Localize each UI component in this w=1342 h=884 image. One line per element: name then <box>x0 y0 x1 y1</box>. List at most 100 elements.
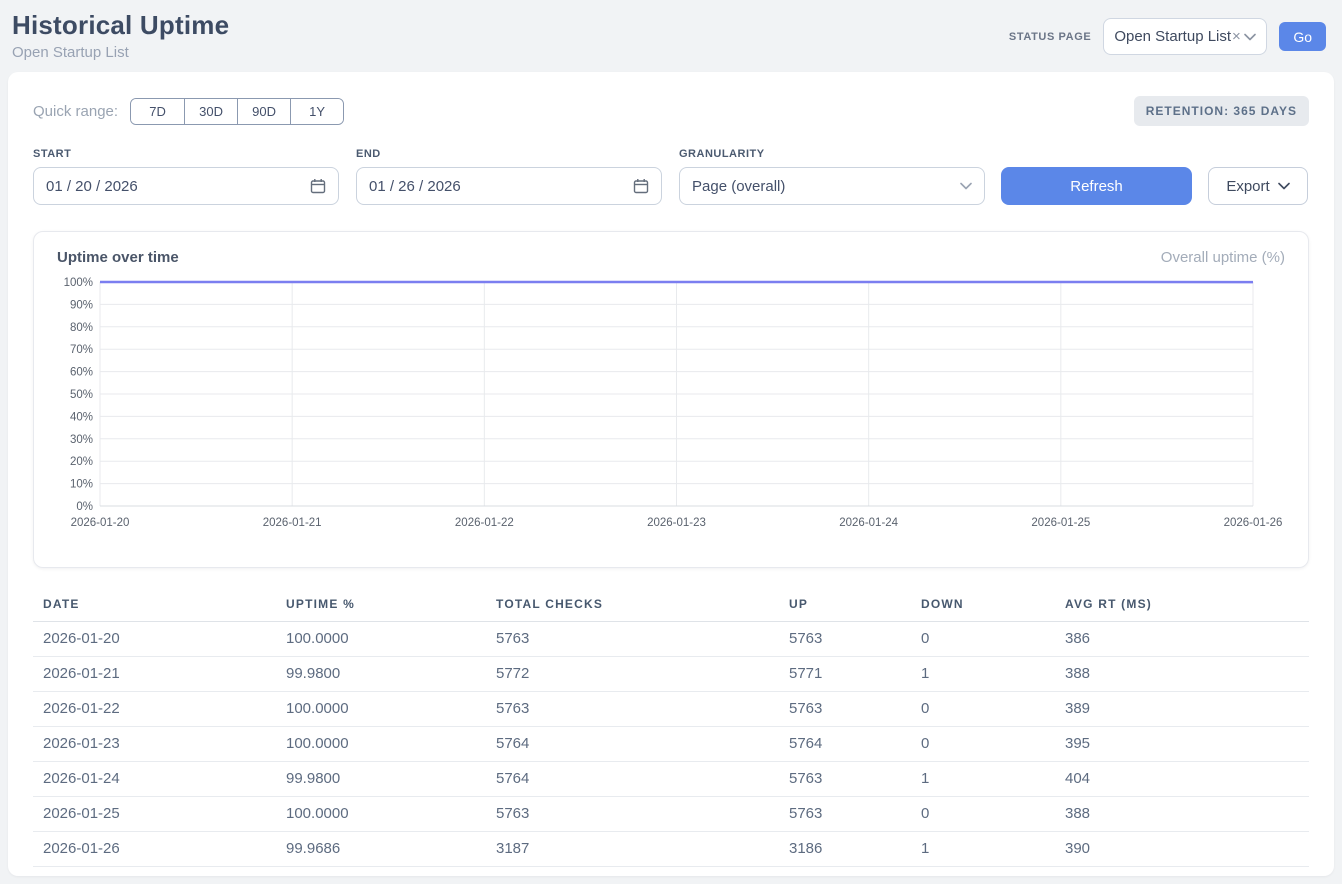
export-label: Export <box>1226 178 1269 195</box>
calendar-icon[interactable] <box>310 178 326 194</box>
column-header: UPTIME % <box>276 588 486 622</box>
quick-range-button-90d[interactable]: 90D <box>237 99 290 124</box>
cell-down: 0 <box>911 727 1055 762</box>
cell-total-checks: 3187 <box>486 832 779 867</box>
filters-row: START 01 / 20 / 2026 END 01 / 26 / 2026 … <box>33 148 1309 205</box>
refresh-button[interactable]: Refresh <box>1001 167 1192 205</box>
export-button[interactable]: Export <box>1208 167 1308 205</box>
end-label: END <box>356 148 662 160</box>
cell-avg-rt: 390 <box>1055 832 1309 867</box>
status-page-label: STATUS PAGE <box>1009 31 1091 43</box>
cell-uptime: 100.0000 <box>276 692 486 727</box>
cell-uptime: 99.9686 <box>276 832 486 867</box>
granularity-select[interactable]: Page (overall) <box>679 167 985 205</box>
status-page-select[interactable]: Open Startup List× <box>1103 18 1267 55</box>
table-row: 2026-01-20 100.0000 5763 5763 0 386 <box>33 622 1309 657</box>
uptime-line-chart: 0%10%20%30%40%50%60%70%80%90%100%2026-01… <box>57 274 1285 537</box>
cell-up: 3186 <box>779 832 911 867</box>
cell-total-checks: 5764 <box>486 762 779 797</box>
quick-range-button-30d[interactable]: 30D <box>184 99 237 124</box>
cell-uptime: 99.9800 <box>276 657 486 692</box>
cell-down: 1 <box>911 657 1055 692</box>
end-date-field: END 01 / 26 / 2026 <box>356 148 662 205</box>
end-date-value: 01 / 26 / 2026 <box>369 178 461 195</box>
cell-date: 2026-01-22 <box>33 692 276 727</box>
svg-text:50%: 50% <box>70 389 93 401</box>
uptime-chart-card: Uptime over time Overall uptime (%) 0%10… <box>33 231 1309 568</box>
table-row: 2026-01-25 100.0000 5763 5763 0 388 <box>33 797 1309 832</box>
cell-avg-rt: 386 <box>1055 622 1309 657</box>
cell-uptime: 100.0000 <box>276 622 486 657</box>
start-date-input[interactable]: 01 / 20 / 2026 <box>33 167 339 205</box>
calendar-icon[interactable] <box>633 178 649 194</box>
retention-badge: RETENTION: 365 DAYS <box>1134 96 1309 126</box>
table-row: 2026-01-24 99.9800 5764 5763 1 404 <box>33 762 1309 797</box>
svg-text:2026-01-22: 2026-01-22 <box>455 517 514 529</box>
cell-down: 1 <box>911 832 1055 867</box>
table-row: 2026-01-22 100.0000 5763 5763 0 389 <box>33 692 1309 727</box>
cell-date: 2026-01-20 <box>33 622 276 657</box>
cell-total-checks: 5763 <box>486 692 779 727</box>
chart-title: Uptime over time <box>57 249 179 266</box>
column-header: TOTAL CHECKS <box>486 588 779 622</box>
quick-range-button-1y[interactable]: 1Y <box>290 99 343 124</box>
page-subtitle: Open Startup List <box>12 44 229 61</box>
clear-selection-icon[interactable]: × <box>1232 28 1241 45</box>
cell-total-checks: 5763 <box>486 797 779 832</box>
cell-date: 2026-01-21 <box>33 657 276 692</box>
cell-date: 2026-01-26 <box>33 832 276 867</box>
svg-text:2026-01-26: 2026-01-26 <box>1224 517 1283 529</box>
cell-up: 5764 <box>779 727 911 762</box>
svg-text:2026-01-23: 2026-01-23 <box>647 517 706 529</box>
cell-total-checks: 5764 <box>486 727 779 762</box>
cell-avg-rt: 388 <box>1055 657 1309 692</box>
quick-range-button-7d[interactable]: 7D <box>131 99 184 124</box>
svg-text:10%: 10% <box>70 479 93 491</box>
cell-total-checks: 5772 <box>486 657 779 692</box>
cell-up: 5771 <box>779 657 911 692</box>
cell-down: 0 <box>911 622 1055 657</box>
column-header: DATE <box>33 588 276 622</box>
cell-up: 5763 <box>779 622 911 657</box>
start-date-value: 01 / 20 / 2026 <box>46 178 138 195</box>
svg-text:100%: 100% <box>64 277 93 289</box>
cell-date: 2026-01-25 <box>33 797 276 832</box>
cell-total-checks: 5763 <box>486 622 779 657</box>
main-panel: Quick range: 7D30D90D1Y RETENTION: 365 D… <box>8 72 1334 876</box>
chart-legend: Overall uptime (%) <box>1161 249 1285 266</box>
cell-avg-rt: 388 <box>1055 797 1309 832</box>
page-title: Historical Uptime <box>12 10 229 41</box>
column-header: UP <box>779 588 911 622</box>
svg-text:80%: 80% <box>70 322 93 334</box>
column-header: DOWN <box>911 588 1055 622</box>
status-page-value: Open Startup List <box>1114 28 1231 45</box>
svg-text:2026-01-21: 2026-01-21 <box>263 517 322 529</box>
go-button[interactable]: Go <box>1279 22 1326 51</box>
cell-avg-rt: 389 <box>1055 692 1309 727</box>
title-block: Historical Uptime Open Startup List <box>12 10 229 61</box>
chevron-down-icon <box>1244 33 1256 41</box>
quick-range-row: Quick range: 7D30D90D1Y RETENTION: 365 D… <box>33 96 1309 126</box>
quick-range-group: 7D30D90D1Y <box>130 98 344 125</box>
cell-uptime: 100.0000 <box>276 797 486 832</box>
cell-uptime: 100.0000 <box>276 727 486 762</box>
svg-text:20%: 20% <box>70 456 93 468</box>
column-header: AVG RT (MS) <box>1055 588 1309 622</box>
granularity-label: GRANULARITY <box>679 148 985 160</box>
cell-down: 0 <box>911 692 1055 727</box>
svg-text:40%: 40% <box>70 411 93 423</box>
cell-avg-rt: 395 <box>1055 727 1309 762</box>
header-controls: STATUS PAGE Open Startup List× Go <box>1009 18 1326 55</box>
cell-down: 0 <box>911 797 1055 832</box>
svg-text:60%: 60% <box>70 367 93 379</box>
end-date-input[interactable]: 01 / 26 / 2026 <box>356 167 662 205</box>
cell-avg-rt: 404 <box>1055 762 1309 797</box>
svg-text:2026-01-20: 2026-01-20 <box>71 517 130 529</box>
table-row: 2026-01-26 99.9686 3187 3186 1 390 <box>33 832 1309 867</box>
svg-text:2026-01-25: 2026-01-25 <box>1031 517 1090 529</box>
cell-date: 2026-01-24 <box>33 762 276 797</box>
table-header-row: DATEUPTIME %TOTAL CHECKSUPDOWNAVG RT (MS… <box>33 588 1309 622</box>
svg-text:2026-01-24: 2026-01-24 <box>839 517 898 529</box>
uptime-table: DATEUPTIME %TOTAL CHECKSUPDOWNAVG RT (MS… <box>33 588 1309 867</box>
cell-down: 1 <box>911 762 1055 797</box>
